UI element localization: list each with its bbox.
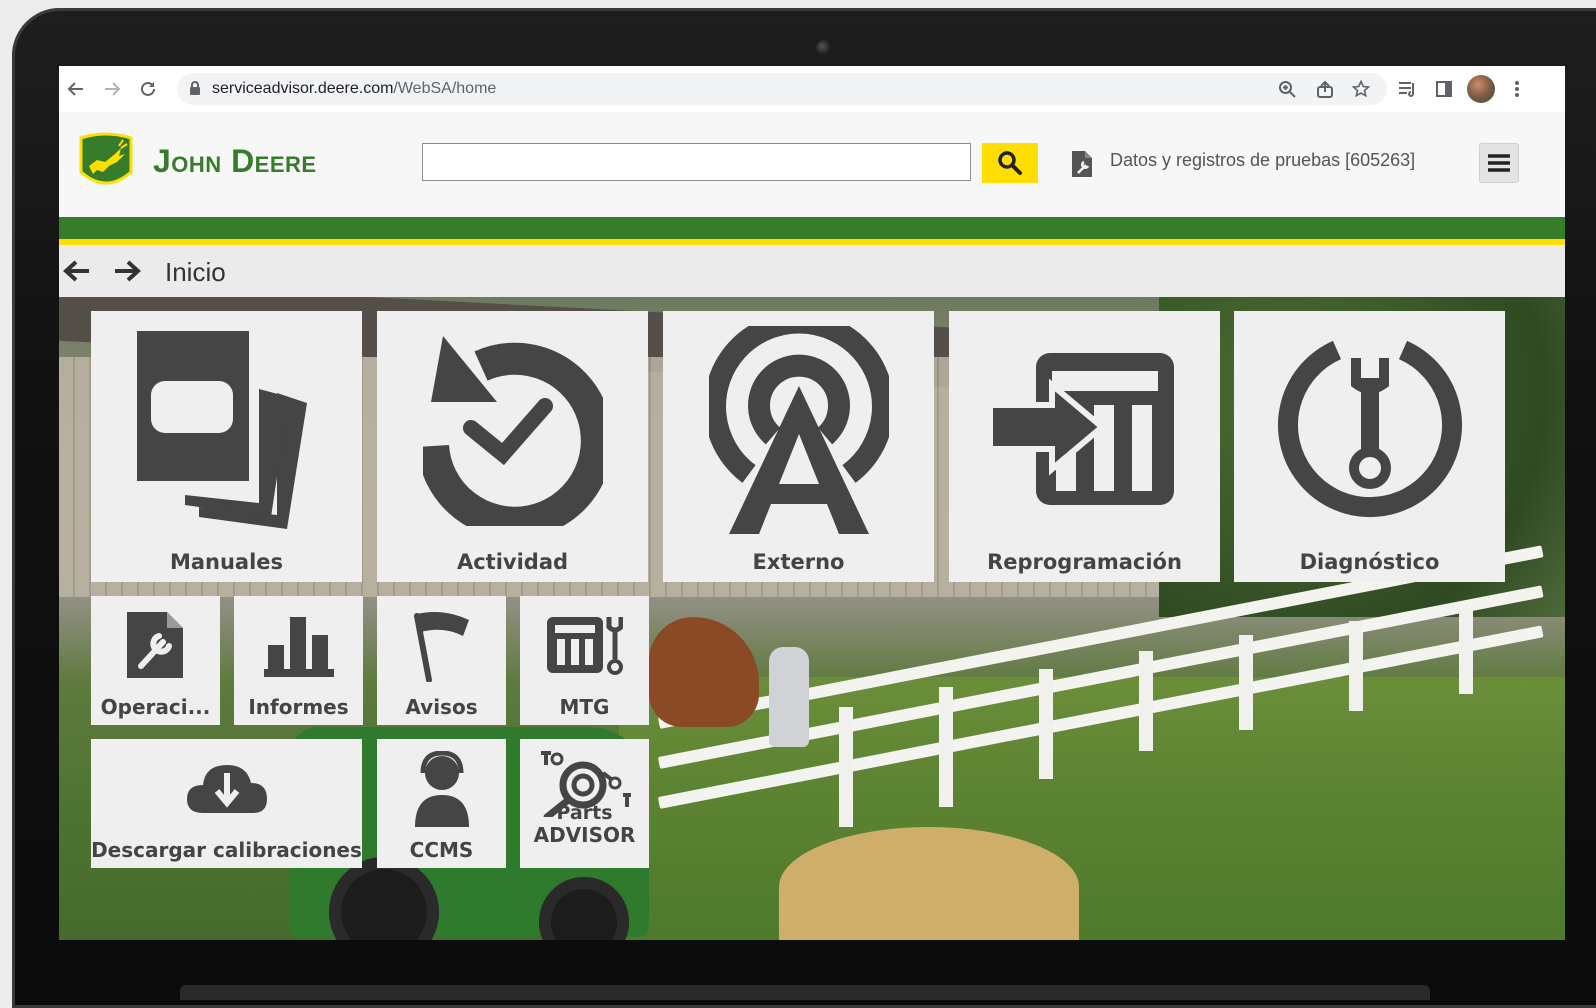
manuals-icon	[136, 330, 307, 529]
share-icon[interactable]	[1313, 77, 1337, 101]
browser-toolbar: serviceadvisor.deere.com/WebSA/home	[59, 66, 1565, 113]
fence-post	[839, 707, 853, 827]
profile-avatar[interactable]	[1467, 75, 1495, 103]
diagnostic-icon	[1277, 340, 1462, 517]
tile-avisos[interactable]: Avisos	[377, 596, 506, 725]
laptop-base	[180, 985, 1430, 1000]
bar-chart-icon	[263, 616, 334, 677]
brand-name: John Deere	[153, 142, 317, 179]
reload-icon	[141, 81, 155, 96]
search-input[interactable]	[422, 143, 971, 181]
side-panel-icon[interactable]	[1432, 77, 1456, 101]
person	[769, 647, 809, 747]
hamburger-menu-button[interactable]	[1479, 143, 1519, 183]
operations-icon	[126, 611, 183, 678]
tile-parts-label-line2: ADVISOR	[533, 823, 636, 847]
arrow-left-icon	[67, 82, 83, 96]
tile-mtg-label: MTG	[559, 695, 610, 719]
url-text: serviceadvisor.deere.com/WebSA/home	[212, 80, 496, 98]
tile-parts-label-line1: Parts	[556, 802, 613, 824]
more-vert-icon[interactable]	[1505, 77, 1529, 101]
star-icon[interactable]	[1349, 77, 1373, 101]
test-record-label[interactable]: Datos y registros de pruebas [605263]	[1110, 150, 1415, 171]
site-header: John Deere Datos y registros de pruebas …	[59, 112, 1565, 217]
tile-actividad[interactable]: Actividad	[377, 311, 648, 582]
lock-icon	[190, 81, 200, 95]
tile-informes-label: Informes	[248, 695, 349, 719]
tile-operaciones-label: Operaci...	[100, 695, 211, 719]
tile-descargar-label: Descargar calibraciones	[91, 838, 362, 862]
breadcrumb: Inicio	[59, 245, 1565, 297]
zoom-icon[interactable]	[1275, 77, 1299, 101]
page-back-button[interactable]	[60, 257, 94, 285]
arrow-left-icon	[63, 260, 89, 282]
tile-parts-advisor[interactable]: Parts ADVISOR	[520, 739, 649, 868]
url-domain: serviceadvisor.deere.com	[212, 80, 394, 97]
tile-reprogramacion[interactable]: Reprogramación	[949, 311, 1220, 582]
arrow-right-icon	[115, 260, 141, 282]
tile-mtg[interactable]: MTG	[520, 596, 649, 725]
brand-stripe-green	[59, 217, 1565, 239]
activity-icon	[422, 335, 603, 526]
menu-icon	[1488, 154, 1510, 172]
browser-forward-button[interactable]	[97, 74, 127, 104]
fence-post	[1459, 609, 1473, 694]
fence-post	[1039, 669, 1053, 779]
tile-avisos-label: Avisos	[405, 695, 478, 719]
mtg-icon	[546, 616, 623, 675]
url-path: /WebSA/home	[393, 80, 497, 97]
tile-operaciones[interactable]: Operaci...	[91, 596, 220, 725]
webcam	[816, 40, 832, 56]
address-bar[interactable]: serviceadvisor.deere.com/WebSA/home	[177, 73, 1387, 105]
fence-post	[1139, 651, 1153, 751]
tile-descargar-calibraciones[interactable]: Descargar calibraciones	[91, 739, 362, 868]
fence-post	[939, 687, 953, 807]
tile-diagnostico[interactable]: Diagnóstico	[1234, 311, 1505, 582]
tile-externo[interactable]: Externo	[663, 311, 934, 582]
search-button[interactable]	[982, 143, 1038, 183]
test-record-icon[interactable]	[1069, 149, 1095, 179]
page-forward-button[interactable]	[110, 257, 144, 285]
tile-manuales-label: Manuales	[169, 550, 284, 574]
hay-bale	[779, 827, 1079, 940]
reprogramming-icon	[989, 352, 1174, 505]
browser-reload-button[interactable]	[133, 74, 163, 104]
antenna-icon	[708, 325, 889, 534]
john-deere-logo[interactable]: John Deere	[75, 132, 317, 190]
arrow-right-icon	[105, 82, 121, 96]
tile-reprogramacion-label: Reprogramación	[987, 550, 1182, 574]
tile-actividad-label: Actividad	[456, 550, 569, 574]
browser-back-button[interactable]	[61, 74, 91, 104]
fence-post	[1349, 621, 1363, 711]
tile-ccms-label: CCMS	[409, 838, 474, 862]
tile-manuales[interactable]: Manuales	[91, 311, 362, 582]
cloud-download-icon	[186, 764, 267, 813]
tile-informes[interactable]: Informes	[234, 596, 363, 725]
flag-icon	[413, 611, 469, 682]
page-title: Inicio	[165, 257, 226, 287]
screen: serviceadvisor.deere.com/WebSA/home John…	[59, 66, 1565, 940]
tile-externo-label: Externo	[752, 550, 845, 574]
deer-logo-icon	[79, 132, 133, 185]
horse	[649, 617, 759, 727]
search-icon	[998, 151, 1022, 175]
tile-diagnostico-label: Diagnóstico	[1299, 550, 1440, 574]
tile-ccms[interactable]: CCMS	[377, 739, 506, 868]
fence-post	[1239, 635, 1253, 730]
reading-list-icon[interactable]	[1396, 77, 1420, 101]
support-agent-icon	[414, 750, 469, 827]
